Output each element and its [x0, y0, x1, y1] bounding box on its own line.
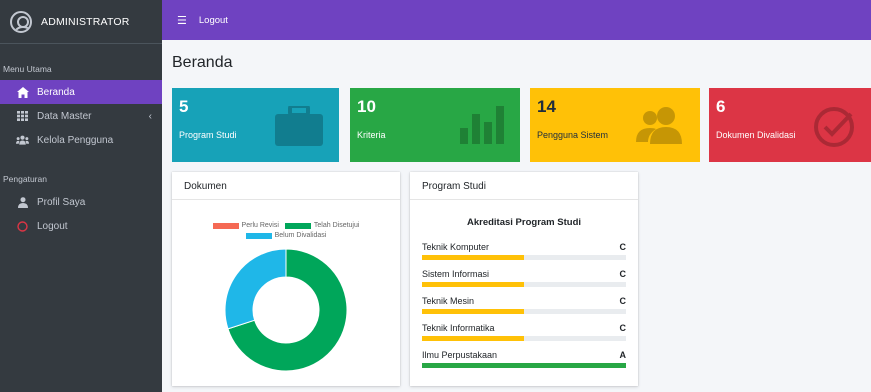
progress-label: Ilmu Perpustakaan — [422, 350, 498, 360]
program-studi-card: Program Studi Akreditasi Program Studi T… — [410, 172, 638, 386]
donut-chart — [224, 248, 348, 372]
home-icon — [16, 86, 29, 98]
progress-fill — [422, 282, 524, 287]
legend-swatch — [212, 222, 239, 229]
sidebar-item-data-master[interactable]: Data Master ‹ — [0, 104, 162, 128]
stat-label: Dokumen Divalidasi — [716, 130, 796, 140]
stat-label: Kriteria — [357, 130, 386, 140]
hamburger-menu-icon[interactable]: ☰ — [177, 14, 187, 27]
progress-bar — [422, 309, 626, 314]
page-title: Beranda — [172, 54, 233, 71]
stat-value: 6 — [716, 97, 726, 116]
users-icon — [16, 134, 29, 146]
sidebar: ADMINISTRATOR Menu Utama Beranda Data Ma… — [0, 0, 162, 392]
top-navbar: ☰ Logout — [162, 0, 871, 40]
progress-fill — [422, 363, 626, 368]
progress-label: Sistem Informasi — [422, 269, 490, 279]
progress-grade: C — [619, 323, 627, 333]
progress-bar — [422, 282, 626, 287]
progress-fill — [422, 255, 524, 260]
progress-grade: C — [619, 242, 627, 252]
circle-icon — [16, 220, 29, 232]
section-settings-label: Pengaturan — [3, 174, 47, 184]
chart-title: Akreditasi Program Studi — [466, 217, 582, 228]
stat-box-pengguna-sistem[interactable]: 14 Pengguna Sistem — [530, 88, 700, 162]
user-circle-icon — [10, 10, 32, 33]
progress-grade: A — [619, 350, 627, 360]
sidebar-item-label: Logout — [37, 220, 68, 232]
legend-item-belum-divalidasi[interactable]: Belum Divalidasi — [245, 232, 327, 239]
grid-icon — [16, 110, 29, 122]
progress-label: Teknik Komputer — [422, 242, 490, 252]
bar-chart-icon — [460, 106, 504, 149]
check-circle-icon — [813, 106, 855, 153]
sidebar-item-label: Beranda — [37, 86, 75, 98]
stat-box-kriteria[interactable]: 10 Kriteria — [350, 88, 520, 162]
legend-label: Telah Disetujui — [313, 222, 360, 229]
progress-group-ilmu-perpustakaan: Ilmu Perpustakaan A — [422, 350, 626, 368]
card-title: Program Studi — [410, 172, 638, 200]
progress-group-teknik-mesin: Teknik Mesin C — [422, 296, 626, 314]
progress-fill — [422, 309, 524, 314]
progress-grade: C — [619, 269, 627, 279]
section-main-label: Menu Utama — [3, 64, 52, 74]
brand[interactable]: ADMINISTRATOR — [0, 0, 162, 44]
brand-title: ADMINISTRATOR — [41, 15, 130, 28]
progress-grade: C — [619, 296, 627, 306]
progress-bar — [422, 336, 626, 341]
topbar-logout-link[interactable]: Logout — [199, 15, 228, 26]
sidebar-item-logout[interactable]: Logout — [0, 214, 162, 238]
sidebar-item-kelola-pengguna[interactable]: Kelola Pengguna — [0, 128, 162, 152]
sidebar-item-beranda[interactable]: Beranda — [0, 80, 162, 104]
dokumen-card: Dokumen Perlu Revisi Telah Disetujui Bel… — [172, 172, 400, 386]
progress-label: Teknik Mesin — [422, 296, 475, 306]
sidebar-item-label: Kelola Pengguna — [37, 134, 114, 146]
stat-value: 5 — [179, 97, 189, 116]
progress-bar — [422, 363, 626, 368]
stat-box-dokumen-divalidasi[interactable]: 6 Dokumen Divalidasi — [709, 88, 871, 162]
stat-value: 14 — [537, 97, 556, 116]
briefcase-icon — [275, 104, 323, 151]
card-title: Dokumen — [172, 172, 400, 200]
progress-label: Teknik Informatika — [422, 323, 495, 333]
legend-label: Belum Divalidasi — [274, 232, 327, 239]
donut-slice-belum-divalidasi[interactable] — [224, 248, 287, 330]
sidebar-item-label: Data Master — [37, 110, 92, 122]
stat-value: 10 — [357, 97, 376, 116]
stat-label: Pengguna Sistem — [537, 130, 609, 140]
stat-label: Program Studi — [179, 130, 237, 140]
legend-label: Perlu Revisi — [241, 222, 279, 229]
stat-box-program-studi[interactable]: 5 Program Studi — [172, 88, 339, 162]
progress-group-teknik-informatika: Teknik Informatika C — [422, 323, 626, 341]
progress-fill — [422, 336, 524, 341]
sidebar-item-label: Profil Saya — [37, 196, 86, 208]
progress-group-sistem-informasi: Sistem Informasi C — [422, 269, 626, 287]
progress-group-teknik-komputer: Teknik Komputer C — [422, 242, 626, 260]
user-icon — [16, 196, 29, 208]
sidebar-item-profil-saya[interactable]: Profil Saya — [0, 190, 162, 214]
users-icon — [636, 106, 684, 149]
progress-bar — [422, 255, 626, 260]
legend-swatch — [245, 232, 272, 239]
chevron-left-icon: ‹ — [148, 110, 152, 122]
chart-legend: Perlu Revisi Telah Disetujui Belum Dival… — [172, 222, 400, 242]
legend-item-telah-disetujui[interactable]: Telah Disetujui — [284, 222, 360, 229]
legend-item-perlu-revisi[interactable]: Perlu Revisi — [212, 222, 279, 229]
legend-swatch — [284, 222, 311, 229]
